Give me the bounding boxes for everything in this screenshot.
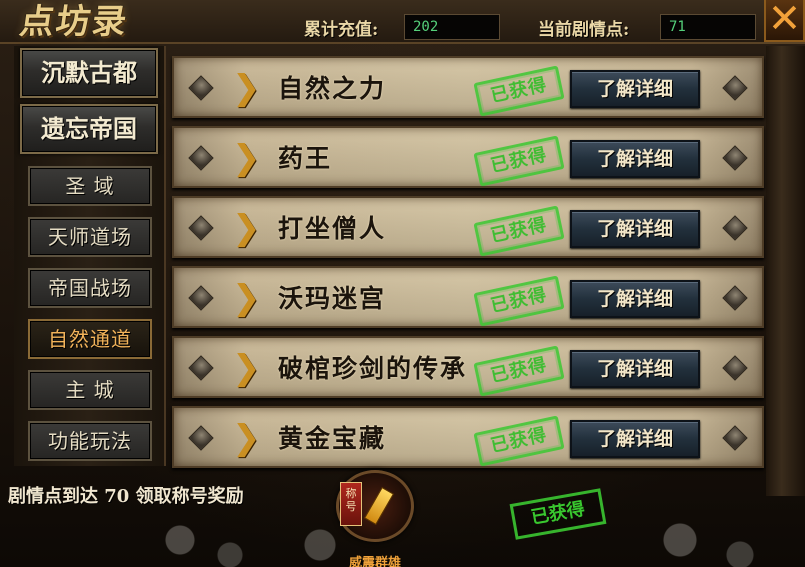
diamond-stud-icon <box>188 285 214 311</box>
detail-button[interactable]: 了解详细 <box>570 210 700 248</box>
row-title: 打坐僧人 <box>278 214 387 243</box>
diamond-stud-icon <box>188 215 214 241</box>
nav-main-silent-capital[interactable]: 沉默古都 <box>20 48 158 98</box>
diamond-stud-icon <box>722 425 748 451</box>
right-border-decoration <box>766 46 805 496</box>
story-row: ❯ 打坐僧人 已获得 了解详细 <box>172 196 764 258</box>
chevron-right-icon: ❯ <box>232 68 261 108</box>
diamond-stud-icon <box>722 215 748 241</box>
nav-sub-main-city[interactable]: 主 城 <box>28 370 152 410</box>
diamond-stud-icon <box>188 75 214 101</box>
obtained-stamp: 已获得 <box>473 345 565 397</box>
obtained-stamp: 已获得 <box>473 135 565 187</box>
story-row: ❯ 黄金宝藏 已获得 了解详细 <box>172 406 764 468</box>
row-title: 沃玛迷宫 <box>278 284 387 313</box>
story-panel: 点坊录 累计充值: 202 当前剧情点: 71 ✕ 沉默古都 遗忘帝国 圣 域 … <box>0 0 805 567</box>
story-row: ❯ 破棺珍剑的传承 已获得 了解详细 <box>172 336 764 398</box>
story-points-label: 当前剧情点: <box>538 20 630 40</box>
diamond-stud-icon <box>722 145 748 171</box>
detail-button[interactable]: 了解详细 <box>570 140 700 178</box>
chevron-right-icon: ❯ <box>232 418 261 458</box>
diamond-stud-icon <box>188 355 214 381</box>
obtained-stamp: 已获得 <box>473 65 565 117</box>
diamond-stud-icon <box>722 355 748 381</box>
panel-logo: 点坊录 <box>17 2 131 42</box>
diamond-stud-icon <box>188 425 214 451</box>
header-bar: 点坊录 累计充值: 202 当前剧情点: 71 <box>0 0 805 44</box>
skull-pile-decoration <box>120 500 805 567</box>
left-navigation: 沉默古都 遗忘帝国 圣 域 天师道场 帝国战场 自然通道 主 城 功能玩法 <box>14 46 166 466</box>
detail-button[interactable]: 了解详细 <box>570 70 700 108</box>
nav-sub-features[interactable]: 功能玩法 <box>28 421 152 461</box>
story-row: ❯ 药王 已获得 了解详细 <box>172 126 764 188</box>
obtained-stamp: 已获得 <box>473 275 565 327</box>
recharge-value: 202 <box>404 14 500 40</box>
close-icon[interactable]: ✕ <box>764 0 805 42</box>
obtained-stamp: 已获得 <box>473 205 565 257</box>
diamond-stud-icon <box>722 75 748 101</box>
story-points-value: 71 <box>660 14 756 40</box>
chevron-right-icon: ❯ <box>232 278 261 318</box>
obtained-stamp: 已获得 <box>473 415 565 467</box>
nav-sub-taoist-field[interactable]: 天师道场 <box>28 217 152 257</box>
reward-requirement-text: 剧情点到达 70 领取称号奖励 <box>8 486 244 507</box>
row-title: 黄金宝藏 <box>278 424 387 453</box>
nav-sub-nature-passage[interactable]: 自然通道 <box>28 319 152 359</box>
row-title: 药王 <box>278 144 333 173</box>
chevron-right-icon: ❯ <box>232 348 261 388</box>
nav-sub-holy-domain[interactable]: 圣 域 <box>28 166 152 206</box>
reward-title-name: 威震群雄 <box>348 556 401 567</box>
chevron-right-icon: ❯ <box>232 208 261 248</box>
recharge-label: 累计充值: <box>304 20 379 40</box>
nav-main-forgotten-empire[interactable]: 遗忘帝国 <box>20 104 158 154</box>
detail-button[interactable]: 了解详细 <box>570 350 700 388</box>
nav-sub-empire-battlefield[interactable]: 帝国战场 <box>28 268 152 308</box>
detail-button[interactable]: 了解详细 <box>570 420 700 458</box>
row-title: 破棺珍剑的传承 <box>278 354 468 383</box>
story-row: ❯ 自然之力 已获得 了解详细 <box>172 56 764 118</box>
detail-button[interactable]: 了解详细 <box>570 280 700 318</box>
chevron-right-icon: ❯ <box>232 138 261 178</box>
title-badge-tag: 称号 <box>340 482 362 526</box>
diamond-stud-icon <box>188 145 214 171</box>
row-title: 自然之力 <box>278 74 387 103</box>
story-row: ❯ 沃玛迷宫 已获得 了解详细 <box>172 266 764 328</box>
diamond-stud-icon <box>722 285 748 311</box>
